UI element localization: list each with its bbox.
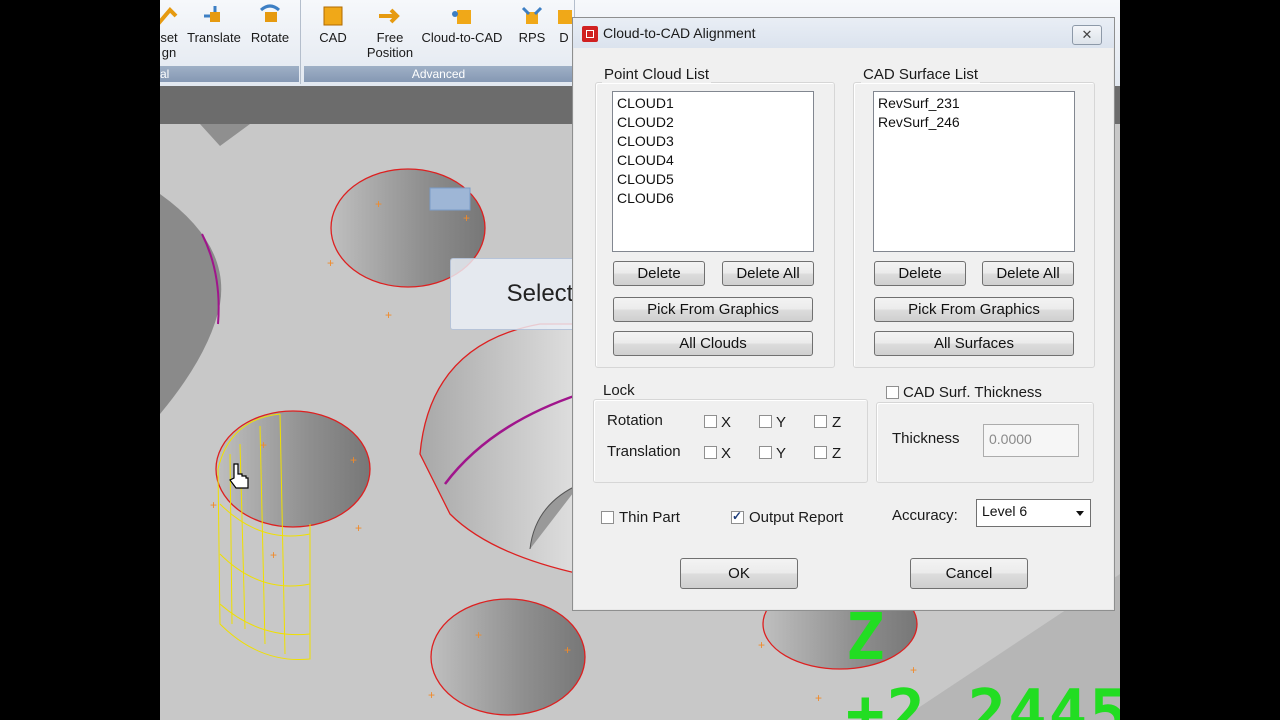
- output-report-checkbox[interactable]: [731, 509, 744, 524]
- hole-lower-left: [215, 410, 371, 528]
- surface-pick-from-graphics-button[interactable]: Pick From Graphics: [874, 297, 1074, 322]
- rotation-z-label: Z: [832, 414, 842, 431]
- cloud-delete-all-button[interactable]: Delete All: [722, 261, 814, 286]
- cloud-delete-button[interactable]: Delete: [613, 261, 705, 286]
- rotation-z-checkbox[interactable]: [814, 415, 827, 428]
- list-item[interactable]: RevSurf_246: [878, 113, 1070, 132]
- rotate-icon: [260, 4, 280, 22]
- rps-label: RPS: [518, 30, 546, 45]
- cad-icon: [323, 6, 343, 26]
- list-item[interactable]: CLOUD4: [617, 151, 809, 170]
- svg-text:+: +: [260, 438, 267, 452]
- rps-icon: [521, 6, 543, 24]
- list-item[interactable]: CLOUD6: [617, 189, 809, 208]
- translate-label: Translate: [187, 30, 241, 45]
- all-surfaces-button[interactable]: All Surfaces: [874, 331, 1074, 356]
- translate-button[interactable]: Translate: [184, 0, 244, 64]
- rotation-y-checkbox[interactable]: [759, 415, 772, 428]
- chevron-down-icon: [1076, 511, 1084, 516]
- ribbon-group-label-advanced: Advanced: [304, 66, 573, 82]
- rotate-label: Rotate: [250, 30, 290, 45]
- point-cloud-list-label: Point Cloud List: [602, 66, 712, 83]
- accuracy-dropdown[interactable]: Level 6: [976, 499, 1091, 527]
- cad-surface-listbox[interactable]: RevSurf_231 RevSurf_246: [873, 91, 1075, 252]
- output-report-label: Output Report: [749, 509, 844, 526]
- translation-z-label: Z: [832, 445, 842, 462]
- svg-text:+: +: [350, 453, 357, 467]
- rotation-label: Rotation: [607, 412, 663, 429]
- svg-text:+: +: [327, 256, 334, 270]
- svg-text:+: +: [375, 197, 382, 211]
- d-button[interactable]: D: [554, 0, 574, 64]
- cad-button[interactable]: CAD: [312, 0, 354, 64]
- translation-x-checkbox[interactable]: [704, 446, 717, 459]
- rotate-button[interactable]: Rotate: [246, 0, 294, 64]
- ribbon-group-advanced: CAD Free Position Cloud-to-CAD RPS D Adv…: [304, 0, 575, 84]
- surface-delete-all-button[interactable]: Delete All: [982, 261, 1074, 286]
- cancel-button[interactable]: Cancel: [910, 558, 1028, 589]
- reset-align-label: set gn: [160, 30, 178, 60]
- thickness-label: Thickness: [892, 430, 960, 447]
- thin-part-label: Thin Part: [619, 509, 680, 526]
- z-coordinate-readout: Z +2.2445: [846, 601, 1120, 720]
- accuracy-label: Accuracy:: [892, 507, 958, 524]
- translation-label: Translation: [607, 443, 681, 460]
- cad-label: CAD: [319, 30, 347, 45]
- surface-delete-button[interactable]: Delete: [874, 261, 966, 286]
- ribbon-group-general: set gn Translate Rotate al: [160, 0, 301, 84]
- translation-x-label: X: [721, 445, 732, 462]
- list-item[interactable]: CLOUD1: [617, 94, 809, 113]
- rotation-y-label: Y: [776, 414, 787, 431]
- reset-align-icon: [160, 7, 178, 25]
- free-position-label: Free Position: [366, 30, 414, 60]
- dialog-titlebar[interactable]: Cloud-to-CAD Alignment ✕: [573, 18, 1114, 48]
- list-item[interactable]: CLOUD5: [617, 170, 809, 189]
- svg-text:+: +: [463, 211, 470, 225]
- lock-label: Lock: [601, 382, 637, 399]
- app-icon: [582, 26, 598, 42]
- cad-surface-list-label: CAD Surface List: [861, 66, 981, 83]
- svg-text:+: +: [270, 548, 277, 562]
- cloud-to-cad-icon: [452, 10, 471, 24]
- svg-text:+: +: [564, 643, 571, 657]
- accuracy-value: Level 6: [982, 503, 1028, 519]
- list-item[interactable]: CLOUD3: [617, 132, 809, 151]
- reset-align-button[interactable]: set gn: [160, 0, 184, 64]
- cloud-to-cad-dialog: Cloud-to-CAD Alignment ✕ Point Cloud Lis…: [572, 17, 1115, 611]
- list-item[interactable]: RevSurf_231: [878, 94, 1070, 113]
- ok-button[interactable]: OK: [680, 558, 798, 589]
- cloud-to-cad-button[interactable]: Cloud-to-CAD: [416, 0, 508, 64]
- svg-text:+: +: [355, 521, 362, 535]
- translation-y-checkbox[interactable]: [759, 446, 772, 459]
- list-item[interactable]: CLOUD2: [617, 113, 809, 132]
- d-label: D: [559, 30, 569, 45]
- svg-text:+: +: [428, 688, 435, 702]
- svg-text:+: +: [758, 638, 765, 652]
- svg-text:+: +: [475, 628, 482, 642]
- translate-icon: [204, 6, 220, 22]
- point-cloud-listbox[interactable]: CLOUD1 CLOUD2 CLOUD3 CLOUD4 CLOUD5 CLOUD…: [612, 91, 814, 252]
- selection-box: [429, 187, 471, 211]
- dialog-title: Cloud-to-CAD Alignment: [603, 25, 756, 41]
- translation-z-checkbox[interactable]: [814, 446, 827, 459]
- svg-text:+: +: [815, 691, 822, 705]
- svg-text:+: +: [210, 498, 217, 512]
- thickness-input[interactable]: 0.0000: [983, 424, 1079, 457]
- rotation-x-checkbox[interactable]: [704, 415, 717, 428]
- translation-y-label: Y: [776, 445, 787, 462]
- cad-surf-thickness-label: CAD Surf. Thickness: [901, 384, 1044, 401]
- rotation-x-label: X: [721, 414, 732, 431]
- cad-surf-thickness-checkbox[interactable]: [886, 386, 899, 399]
- ribbon-group-label-general: al: [160, 66, 299, 82]
- hole-bottom: [430, 598, 586, 716]
- thin-part-checkbox[interactable]: [601, 511, 614, 524]
- cloud-to-cad-label: Cloud-to-CAD: [421, 30, 503, 45]
- free-position-icon: [379, 8, 400, 24]
- free-position-button[interactable]: Free Position: [364, 0, 416, 64]
- svg-text:+: +: [385, 308, 392, 322]
- cloud-pick-from-graphics-button[interactable]: Pick From Graphics: [613, 297, 813, 322]
- all-clouds-button[interactable]: All Clouds: [613, 331, 813, 356]
- close-button[interactable]: ✕: [1072, 25, 1102, 45]
- rps-button[interactable]: RPS: [512, 0, 552, 64]
